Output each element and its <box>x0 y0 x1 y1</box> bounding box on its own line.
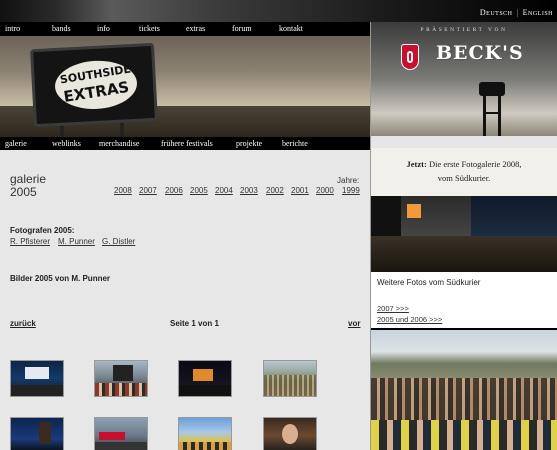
gallery-thumbnail[interactable] <box>263 360 317 397</box>
sign-post-left <box>60 124 64 137</box>
becks-key-badge-icon <box>401 44 419 70</box>
year-link-2002[interactable]: 2002 <box>266 186 284 195</box>
thumb-crowd <box>264 375 316 396</box>
promo-headline-highlight: Jetzt: <box>406 159 427 169</box>
page-indicator: Seite 1 von 1 <box>170 319 219 328</box>
becks-logo: BECK'S <box>436 42 524 64</box>
promo-headline-box: Jetzt: Die erste Fotogalerie 2008, vom S… <box>371 148 557 196</box>
thumb-crowd <box>179 442 231 450</box>
page-title-year: 2005 <box>10 185 37 199</box>
sub-nav: galerie weblinks merchandise frühere fes… <box>0 137 371 150</box>
presented-by-text: PRÄSENTIERT VON <box>420 27 508 33</box>
photographer-link-distler[interactable]: G. Distler <box>102 237 135 246</box>
festival-crowd-photo <box>371 330 557 450</box>
next-link[interactable]: vor <box>348 319 360 328</box>
gallery-thumbnail[interactable] <box>10 360 64 397</box>
becks-sponsor-banner[interactable]: PRÄSENTIERT VON BECK'S <box>371 22 557 136</box>
thumb-performer <box>39 422 51 444</box>
gallery-thumbnail[interactable] <box>263 417 317 450</box>
promo-night-sky <box>471 196 557 236</box>
subnav-weblinks[interactable]: weblinks <box>52 139 81 148</box>
years-label: Jahre: <box>337 176 360 185</box>
water-tower-legs <box>483 96 501 136</box>
link-2005-2006[interactable]: 2005 und 2006 >>> <box>377 315 442 324</box>
thumb-face <box>282 424 298 444</box>
nav-bands[interactable]: bands <box>52 24 71 33</box>
year-link-2005[interactable]: 2005 <box>190 186 208 195</box>
year-link-2000[interactable]: 2000 <box>316 186 334 195</box>
lang-separator: | <box>516 8 519 17</box>
promo-stage-screen <box>407 204 421 218</box>
year-link-2007[interactable]: 2007 <box>139 186 157 195</box>
year-link-1999[interactable]: 1999 <box>342 186 360 195</box>
thumb-crowd <box>95 383 147 396</box>
year-link-2003[interactable]: 2003 <box>240 186 258 195</box>
thumb-crowd <box>95 442 147 450</box>
subnav-projekte[interactable]: projekte <box>236 139 262 148</box>
subnav-merchandise[interactable]: merchandise <box>99 139 139 148</box>
photographers-label: Fotografen 2005: <box>10 226 75 235</box>
gallery-thumbnail[interactable] <box>94 417 148 450</box>
page-title: galerie <box>10 172 47 186</box>
year-link-2001[interactable]: 2001 <box>291 186 309 195</box>
subnav-berichte[interactable]: berichte <box>282 139 308 148</box>
thumb-crowd <box>179 385 231 396</box>
nav-tickets[interactable]: tickets <box>139 24 160 33</box>
thumb-stage-light <box>25 367 49 379</box>
back-link[interactable]: zurück <box>10 319 36 328</box>
sign-post-right <box>120 122 124 137</box>
promo-headline: Jetzt: Die erste Fotogalerie 2008, <box>371 159 557 169</box>
subnav-galerie[interactable]: galerie <box>5 139 27 148</box>
photographer-link-pfisterer[interactable]: R. Pfisterer <box>10 237 50 246</box>
header-image: SOUTHSIDE EXTRAS <box>0 36 371 137</box>
lang-deutsch-link[interactable]: Deutsch <box>480 8 513 17</box>
column-separator <box>370 22 371 450</box>
promo-crowd <box>371 236 557 272</box>
promo-headline-rest: Die erste Fotogalerie 2008, <box>426 159 522 169</box>
nav-intro[interactable]: intro <box>5 24 20 33</box>
language-switcher: Deutsch | English <box>480 8 553 17</box>
suedkurier-promo-banner[interactable]: Jetzt: Die erste Fotogalerie 2008, vom S… <box>371 148 557 272</box>
nav-forum[interactable]: forum <box>232 24 252 33</box>
nav-extras[interactable]: extras <box>186 24 205 33</box>
year-link-2006[interactable]: 2006 <box>165 186 183 195</box>
thumb-stage <box>113 365 133 381</box>
top-strip <box>0 0 557 22</box>
promo-headline-line2: vom Südkurier. <box>437 173 491 183</box>
southside-extras-sign-logo: SOUTHSIDE EXTRAS <box>30 42 158 128</box>
gallery-thumbnail[interactable] <box>94 360 148 397</box>
year-link-2008[interactable]: 2008 <box>114 186 132 195</box>
year-link-2004[interactable]: 2004 <box>215 186 233 195</box>
gallery-thumbnail[interactable] <box>178 417 232 450</box>
thumb-stage-light <box>193 369 213 381</box>
subnav-fruehere-festivals[interactable]: frühere festivals <box>161 139 213 148</box>
gallery-thumbnail[interactable] <box>10 417 64 450</box>
gallery-content: galerie 2005 Jahre: 2008 2007 2006 2005 … <box>0 150 371 450</box>
nav-kontakt[interactable]: kontakt <box>279 24 303 33</box>
link-2007[interactable]: 2007 >>> <box>377 304 409 313</box>
water-tower-brace <box>485 112 499 114</box>
gallery-thumbnail[interactable] <box>178 360 232 397</box>
crowd-foreground <box>371 420 557 450</box>
key-icon <box>407 51 413 63</box>
main-nav: intro bands info tickets extras forum ko… <box>0 22 371 36</box>
water-tower-tank <box>479 82 505 96</box>
more-photos-heading: Weitere Fotos vom Südkurier <box>377 278 481 287</box>
nav-info[interactable]: info <box>97 24 110 33</box>
thumb-crowd <box>11 385 63 396</box>
lang-english-link[interactable]: English <box>523 8 553 17</box>
right-column-spacer <box>371 136 557 148</box>
images-by-label: Bilder 2005 von M. Punner <box>10 274 111 283</box>
thumb-banner <box>99 432 125 440</box>
more-photos-box: Weitere Fotos vom Südkurier 2007 >>> 200… <box>371 272 557 328</box>
photographer-link-punner[interactable]: M. Punner <box>58 237 95 246</box>
